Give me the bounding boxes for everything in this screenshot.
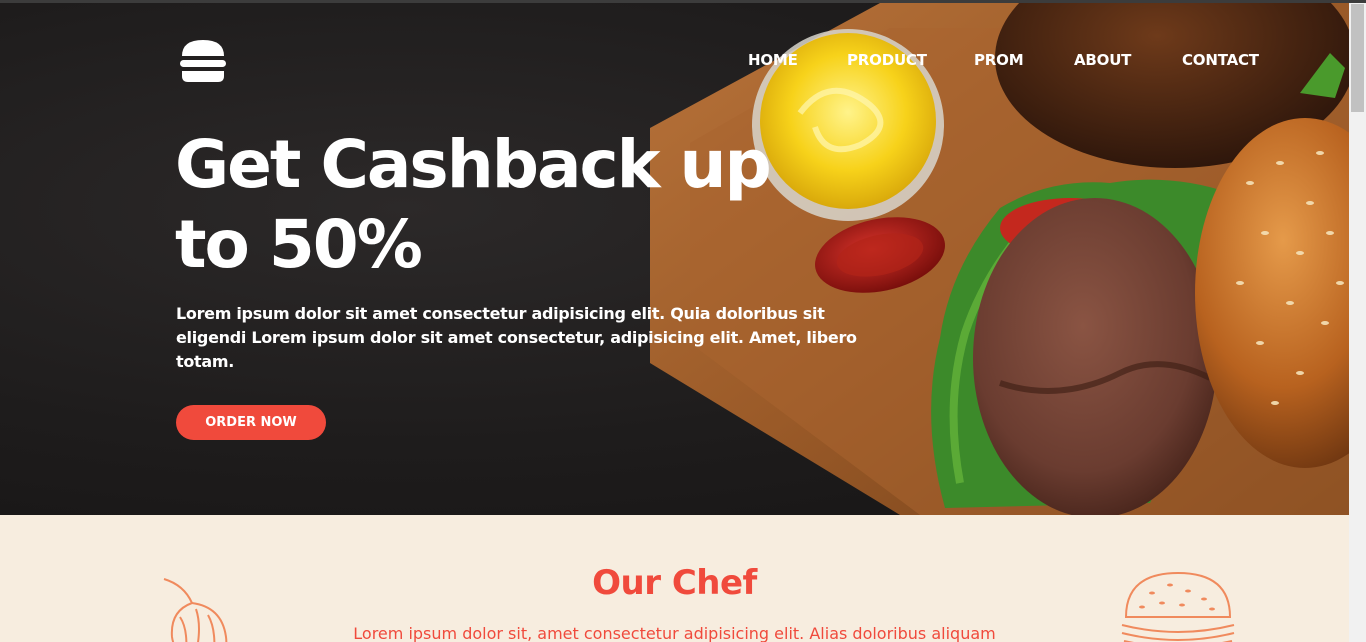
- main-nav: HOME PRODUCT PROM ABOUT CONTACT: [0, 51, 1349, 75]
- burger-sketch-icon: [1121, 571, 1235, 642]
- order-now-button[interactable]: ORDER NOW: [176, 405, 326, 440]
- nav-home-link[interactable]: HOME: [748, 51, 798, 69]
- hero-section: HOME PRODUCT PROM ABOUT CONTACT Get Cash…: [0, 3, 1349, 515]
- scrollbar-thumb[interactable]: [1351, 4, 1364, 112]
- our-chef-section: Our Chef Lorem ipsum dolor sit, amet con…: [0, 515, 1349, 642]
- hero-headline-line1: Get Cashback up: [175, 126, 772, 203]
- nav-prom-link[interactable]: PROM: [974, 51, 1024, 69]
- nav-contact-link[interactable]: CONTACT: [1182, 51, 1259, 69]
- nav-product-link[interactable]: PRODUCT: [847, 51, 927, 69]
- vertical-scrollbar[interactable]: [1349, 3, 1366, 642]
- hero-description: Lorem ipsum dolor sit amet consectetur a…: [176, 304, 857, 371]
- hero-headline: Get Cashback up to 50%: [175, 125, 875, 285]
- nav-about-link[interactable]: ABOUT: [1074, 51, 1131, 69]
- hero-headline-line2: to 50%: [175, 206, 423, 283]
